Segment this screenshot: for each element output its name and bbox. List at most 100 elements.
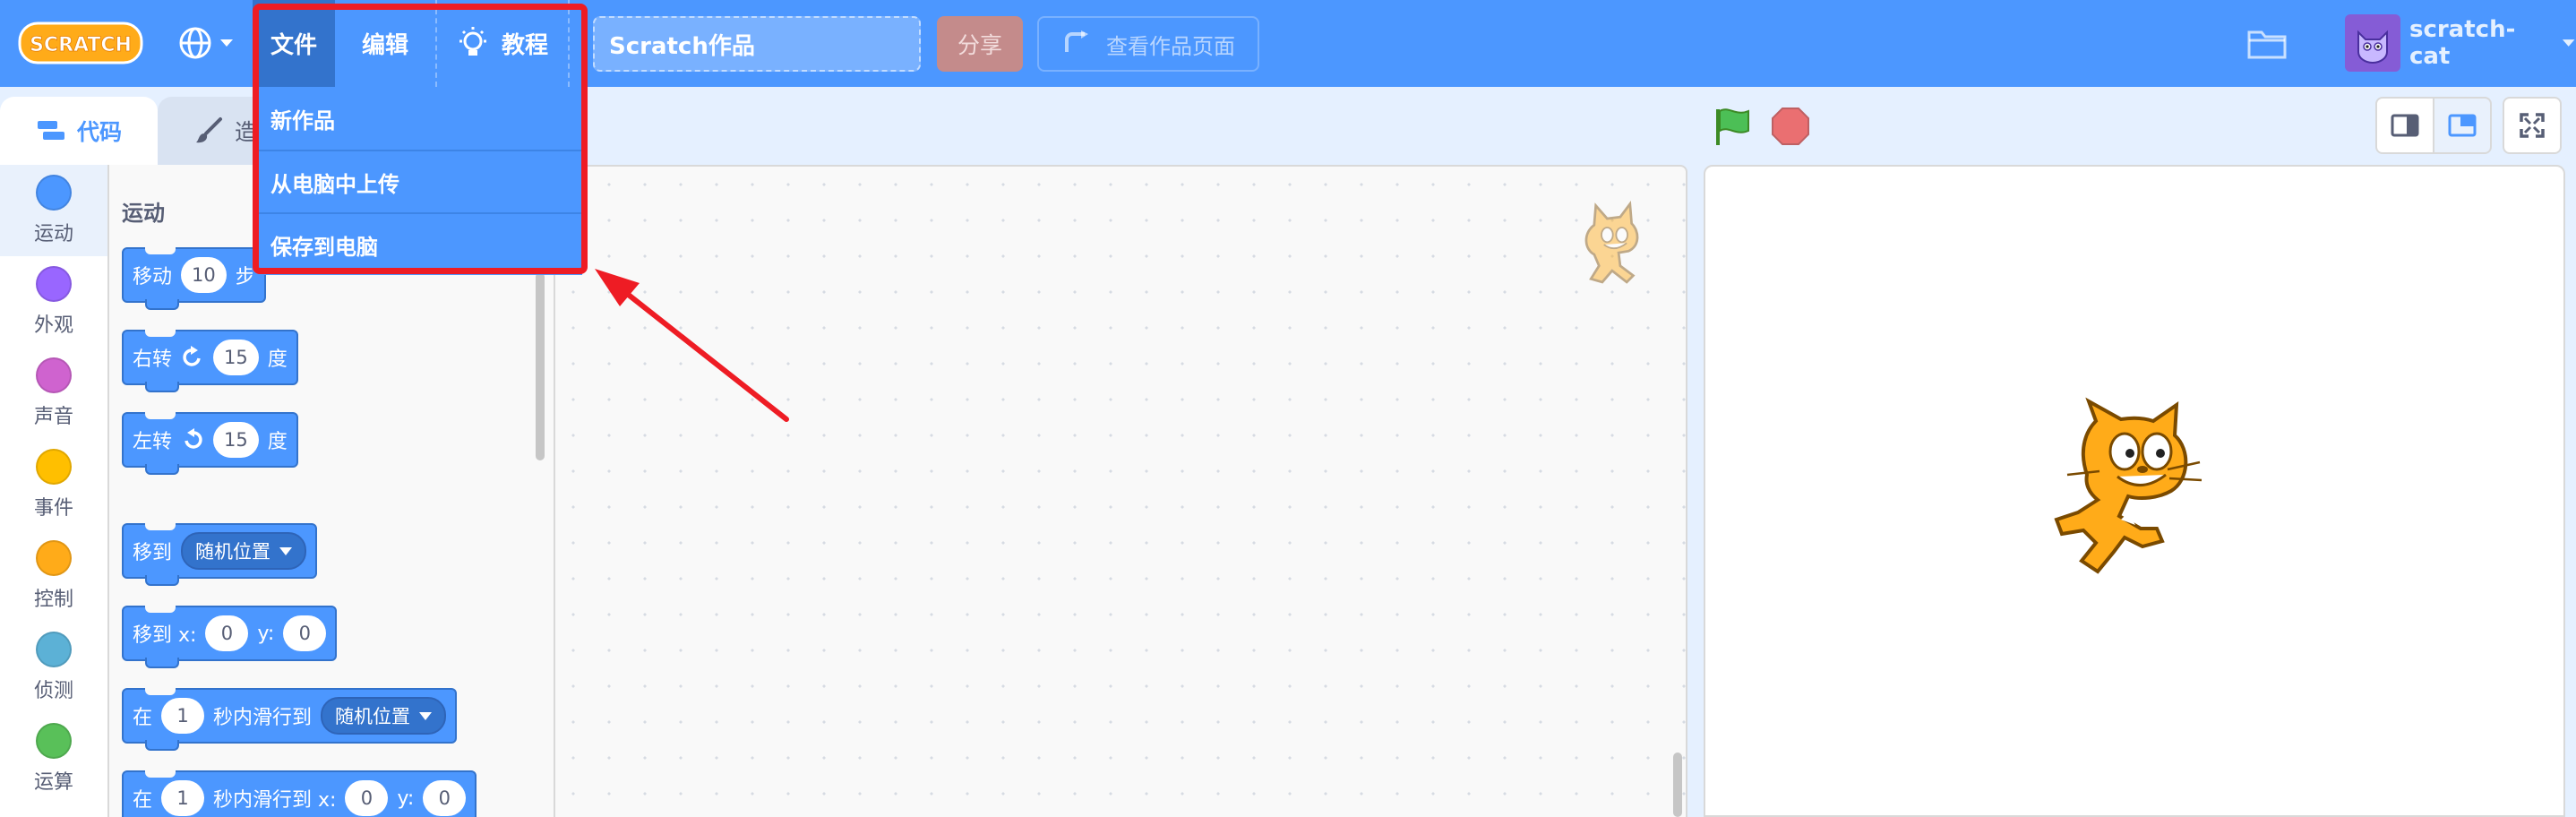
see-project-page-button[interactable]: 查看作品页面	[1037, 16, 1259, 72]
rotate-left-icon	[185, 428, 202, 449]
block-text: 度	[267, 431, 288, 453]
cat-sprite-icon[interactable]	[2042, 394, 2221, 582]
tab-code-label: 代码	[77, 119, 123, 145]
project-title-input[interactable]	[593, 16, 921, 72]
block-text: 在	[133, 707, 153, 729]
category-sensing[interactable]: 侦测	[0, 622, 107, 713]
category-sensing-dot	[36, 632, 72, 667]
block-text: 秒内滑行到	[213, 707, 313, 729]
category-looks-dot	[36, 266, 72, 302]
avatar	[2345, 14, 2400, 72]
menu-item-label: 从电脑中上传	[270, 171, 399, 197]
menu-item-save-to-computer[interactable]: 保存到电脑	[253, 212, 582, 275]
remix-arrow-icon	[1065, 30, 1088, 52]
steps-input[interactable]: 10	[181, 257, 227, 293]
degrees-input[interactable]: 15	[213, 422, 259, 458]
green-flag-icon[interactable]	[1713, 106, 1754, 147]
category-sound[interactable]: 声音	[0, 348, 107, 439]
category-sound-label: 声音	[33, 406, 73, 428]
seconds-input[interactable]: 1	[161, 698, 205, 734]
x-input[interactable]: 0	[205, 615, 249, 651]
category-operators-label: 运算	[33, 771, 73, 794]
tutorials-menu-label: 教程	[501, 32, 548, 59]
block-text: 移到 x:	[133, 624, 197, 647]
category-operators[interactable]: 运算	[0, 713, 107, 804]
dropdown-value: 随机位置	[335, 706, 411, 727]
my-stuff-folder-icon[interactable]	[2246, 25, 2288, 61]
block-text: 在	[133, 789, 153, 812]
y-input[interactable]: 0	[283, 615, 327, 651]
palette-section-title: 运动	[122, 201, 165, 226]
block-text: y:	[397, 787, 415, 810]
small-stage-icon	[2391, 114, 2419, 137]
category-sound-dot	[36, 357, 72, 393]
block-move-steps[interactable]: 移动 10 步	[122, 247, 266, 310]
rotate-right-icon	[183, 346, 201, 366]
category-motion[interactable]: 运动	[0, 165, 107, 256]
category-motion-dot	[36, 175, 72, 211]
menu-item-load-from-computer[interactable]: 从电脑中上传	[253, 150, 582, 212]
block-goto-menu[interactable]: 移到 随机位置	[122, 523, 318, 586]
file-menu-label: 文件	[270, 32, 317, 59]
workspace-scrollbar[interactable]	[1673, 752, 1682, 817]
category-events-dot	[36, 449, 72, 485]
tab-code[interactable]: 代码	[0, 97, 158, 165]
block-goto-xy[interactable]: 移到 x: 0 y: 0	[122, 606, 338, 668]
account-menu[interactable]: scratch-cat	[2345, 14, 2576, 72]
category-looks[interactable]: 外观	[0, 256, 107, 348]
menu-bar: SCRATCH 文件 编辑 教程 分享	[0, 0, 2576, 87]
paintbrush-icon	[196, 117, 222, 143]
annotation-arrow-icon	[595, 269, 789, 422]
glide-target-dropdown[interactable]: 随机位置	[321, 697, 447, 735]
cat-face-icon	[2357, 30, 2388, 64]
fullscreen-button[interactable]	[2503, 97, 2562, 154]
dropdown-arrow-icon	[279, 546, 293, 555]
file-menu[interactable]: 文件	[253, 0, 335, 87]
category-events[interactable]: 事件	[0, 439, 107, 530]
block-turn-right[interactable]: 右转 15 度	[122, 330, 298, 392]
block-text: 左转	[133, 431, 173, 453]
degrees-input[interactable]: 15	[213, 340, 259, 375]
menu-item-new-project[interactable]: 新作品	[253, 87, 582, 150]
goto-target-dropdown[interactable]: 随机位置	[181, 532, 307, 570]
normal-stage-button[interactable]	[2433, 97, 2492, 154]
block-glide-xy[interactable]: 在 1 秒内滑行到 x: 0 y: 0	[122, 770, 477, 817]
menu-item-label: 保存到电脑	[270, 234, 378, 260]
scratch-logo[interactable]: SCRATCH	[18, 20, 143, 66]
see-project-page-label: 查看作品页面	[1106, 33, 1235, 59]
category-events-label: 事件	[33, 497, 73, 520]
file-menu-dropdown: 新作品 从电脑中上传 保存到电脑	[253, 87, 582, 275]
stop-icon[interactable]	[1770, 106, 1811, 147]
username: scratch-cat	[2409, 16, 2516, 70]
svg-text:SCRATCH: SCRATCH	[30, 34, 132, 56]
category-motion-label: 运动	[33, 223, 73, 245]
block-glide-menu[interactable]: 在 1 秒内滑行到 随机位置	[122, 688, 458, 751]
share-button[interactable]: 分享	[937, 16, 1023, 72]
edit-menu-label: 编辑	[361, 32, 408, 59]
normal-stage-icon	[2448, 114, 2477, 137]
tutorials-menu[interactable]: 教程	[435, 0, 570, 87]
palette-scrollbar[interactable]	[536, 272, 545, 460]
block-turn-left[interactable]: 左转 15 度	[122, 412, 298, 475]
category-control-label: 控制	[33, 589, 73, 611]
lightbulb-icon	[459, 26, 486, 56]
category-control[interactable]: 控制	[0, 530, 107, 622]
seconds-input[interactable]: 1	[161, 780, 205, 816]
block-text: 移动	[133, 266, 173, 288]
block-text: 秒内滑行到 x:	[213, 789, 337, 812]
block-text: y:	[257, 622, 275, 645]
share-button-label: 分享	[957, 32, 1002, 58]
block-text: 度	[267, 348, 288, 371]
block-text: 右转	[133, 348, 173, 371]
sprite-watermark-icon	[1584, 201, 1639, 284]
dropdown-value: 随机位置	[195, 541, 271, 563]
category-looks-label: 外观	[33, 314, 73, 337]
edit-menu[interactable]: 编辑	[335, 0, 435, 87]
small-stage-button[interactable]	[2375, 97, 2434, 154]
menu-item-label: 新作品	[270, 108, 335, 133]
category-control-dot	[36, 540, 72, 576]
globe-icon	[179, 27, 211, 59]
language-selector[interactable]	[177, 22, 242, 64]
y-input[interactable]: 0	[423, 780, 467, 816]
x-input[interactable]: 0	[345, 780, 389, 816]
